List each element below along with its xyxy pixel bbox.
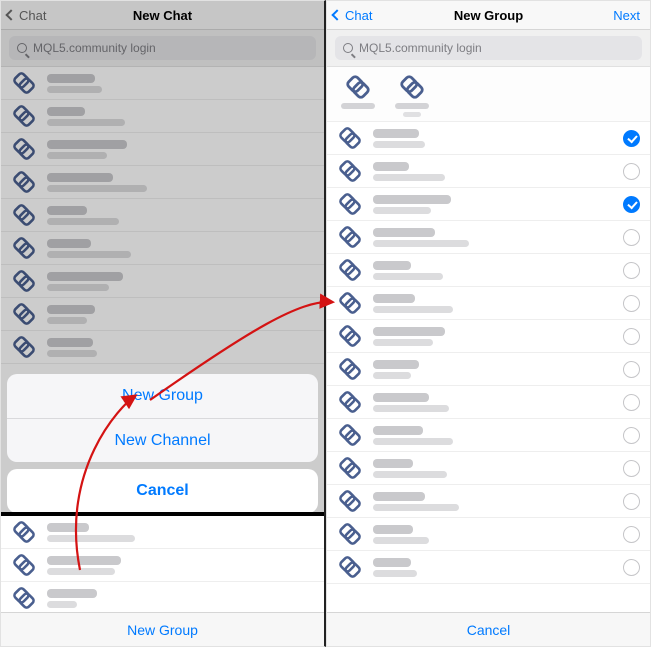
checkbox-icon[interactable] xyxy=(623,460,640,477)
new-channel-option[interactable]: New Channel xyxy=(7,418,318,462)
selected-avatars xyxy=(327,67,650,122)
list-item[interactable] xyxy=(327,452,650,485)
nav-bar: Chat New Group Next xyxy=(327,1,650,30)
mq-icon xyxy=(337,455,363,481)
action-sheet-group: New Group New Channel xyxy=(7,374,318,462)
bottom-label: Cancel xyxy=(467,622,511,638)
list-item[interactable] xyxy=(327,518,650,551)
checkbox-checked-icon[interactable] xyxy=(623,130,640,147)
checkbox-icon[interactable] xyxy=(623,394,640,411)
bottom-label: New Group xyxy=(127,622,198,638)
mq-icon xyxy=(337,224,363,250)
mq-icon xyxy=(337,257,363,283)
back-button[interactable]: Chat xyxy=(333,8,372,23)
search-input[interactable]: MQL5.community login xyxy=(335,36,642,60)
checkbox-checked-icon[interactable] xyxy=(623,196,640,213)
bottom-bar[interactable]: Cancel xyxy=(327,612,650,646)
mq-icon xyxy=(337,323,363,349)
mq-icon xyxy=(337,125,363,151)
list-item[interactable] xyxy=(327,419,650,452)
search-icon xyxy=(343,43,353,53)
list-item[interactable] xyxy=(327,188,650,221)
mq-icon xyxy=(337,356,363,382)
checkbox-icon[interactable] xyxy=(623,295,640,312)
mq-icon xyxy=(337,521,363,547)
list-item[interactable] xyxy=(327,221,650,254)
mq-icon xyxy=(11,519,37,545)
contact-list[interactable] xyxy=(327,122,650,584)
right-screen: Chat New Group Next MQL5.community login xyxy=(326,0,651,647)
list-item[interactable] xyxy=(327,155,650,188)
list-item[interactable] xyxy=(1,582,324,615)
checkbox-icon[interactable] xyxy=(623,163,640,180)
contact-list-below[interactable] xyxy=(1,516,324,615)
checkbox-icon[interactable] xyxy=(623,229,640,246)
mq-icon xyxy=(11,585,37,611)
chevron-left-icon xyxy=(331,9,342,20)
mq-icon xyxy=(398,73,426,101)
action-sheet: New Group New Channel Cancel xyxy=(7,374,318,513)
bottom-bar[interactable]: New Group xyxy=(1,612,324,646)
list-item[interactable] xyxy=(1,549,324,582)
mq-icon xyxy=(337,389,363,415)
mq-icon xyxy=(337,554,363,580)
checkbox-icon[interactable] xyxy=(623,262,640,279)
checkbox-icon[interactable] xyxy=(623,328,640,345)
mq-icon xyxy=(11,552,37,578)
list-item[interactable] xyxy=(327,287,650,320)
list-item[interactable] xyxy=(327,485,650,518)
mq-icon xyxy=(337,191,363,217)
list-item[interactable] xyxy=(327,122,650,155)
checkbox-icon[interactable] xyxy=(623,361,640,378)
avatar[interactable] xyxy=(391,73,433,117)
next-button[interactable]: Next xyxy=(613,8,640,23)
nav-title: New Group xyxy=(454,8,523,23)
list-item[interactable] xyxy=(327,254,650,287)
list-item[interactable] xyxy=(1,516,324,549)
list-item[interactable] xyxy=(327,320,650,353)
checkbox-icon[interactable] xyxy=(623,493,640,510)
list-item[interactable] xyxy=(327,386,650,419)
list-item[interactable] xyxy=(327,353,650,386)
new-group-option[interactable]: New Group xyxy=(7,374,318,418)
checkbox-icon[interactable] xyxy=(623,427,640,444)
mq-icon xyxy=(337,290,363,316)
search-wrap: MQL5.community login xyxy=(327,30,650,67)
avatar[interactable] xyxy=(337,73,379,117)
list-item[interactable] xyxy=(327,551,650,584)
checkbox-icon[interactable] xyxy=(623,526,640,543)
left-screen: Chat New Chat MQL5.community login xyxy=(0,0,326,647)
search-placeholder: MQL5.community login xyxy=(359,41,482,55)
mq-icon xyxy=(344,73,372,101)
cancel-button[interactable]: Cancel xyxy=(7,469,318,513)
checkbox-icon[interactable] xyxy=(623,559,640,576)
mq-icon xyxy=(337,422,363,448)
mq-icon xyxy=(337,158,363,184)
mq-icon xyxy=(337,488,363,514)
back-label: Chat xyxy=(345,8,372,23)
